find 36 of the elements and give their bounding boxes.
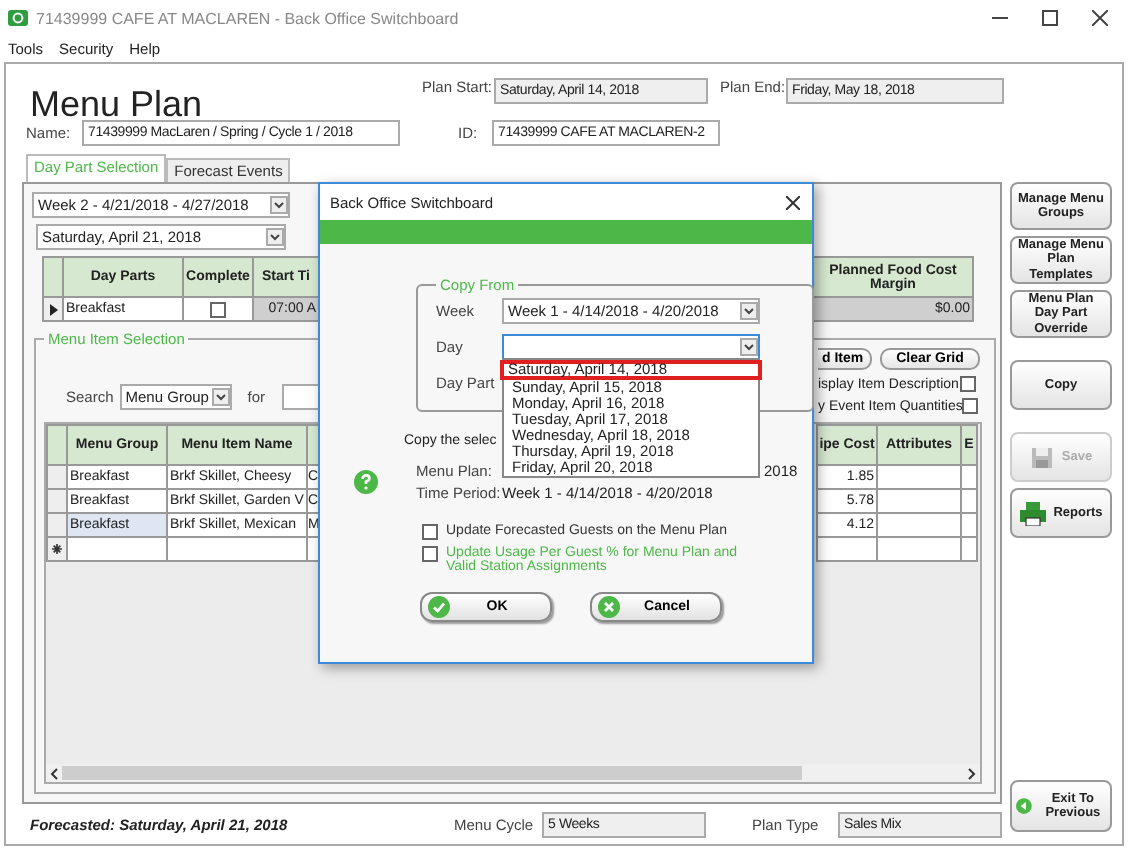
table-cell	[876, 488, 962, 514]
scroll-left-icon[interactable]	[50, 767, 58, 779]
table-cell	[960, 488, 978, 514]
help-icon	[354, 470, 378, 494]
close-icon[interactable]	[786, 195, 800, 209]
maximize-icon[interactable]	[1042, 10, 1058, 26]
scrollbar-thumb[interactable]	[62, 766, 802, 780]
dropdown-arrow-icon	[740, 337, 758, 355]
row-header-cell[interactable]	[46, 536, 68, 562]
table-cell	[166, 536, 308, 562]
dropdown-arrow-icon	[211, 388, 230, 406]
page-title: Menu Plan	[30, 84, 205, 126]
row-header-cell[interactable]	[42, 296, 64, 322]
option-checkbox[interactable]	[960, 376, 976, 392]
table-cell	[876, 512, 962, 538]
dropdown-arrow-icon	[740, 301, 758, 319]
printer-icon	[1019, 501, 1046, 525]
table-cell	[960, 512, 978, 538]
horizontal-scrollbar[interactable]	[46, 764, 980, 782]
scroll-right-icon[interactable]	[968, 767, 976, 779]
dropdown-arrow-icon	[266, 228, 284, 246]
table-cell	[876, 464, 962, 490]
app-icon	[8, 10, 28, 26]
new-row-icon	[52, 544, 62, 554]
option-checkbox[interactable]	[422, 546, 438, 562]
window-title: 71439999 CAFE AT MACLAREN - Back Office Switchboard	[36, 9, 459, 27]
table-cell	[960, 536, 978, 562]
table-cell	[960, 464, 978, 490]
table-cell	[876, 536, 962, 562]
option-checkbox[interactable]	[422, 524, 438, 540]
option-checkbox[interactable]	[962, 398, 979, 414]
complete-checkbox[interactable]	[210, 301, 226, 317]
dropdown-arrow-icon	[270, 196, 288, 214]
check-icon	[428, 596, 450, 618]
close-icon[interactable]	[1092, 10, 1108, 26]
cancel-icon	[598, 596, 620, 618]
